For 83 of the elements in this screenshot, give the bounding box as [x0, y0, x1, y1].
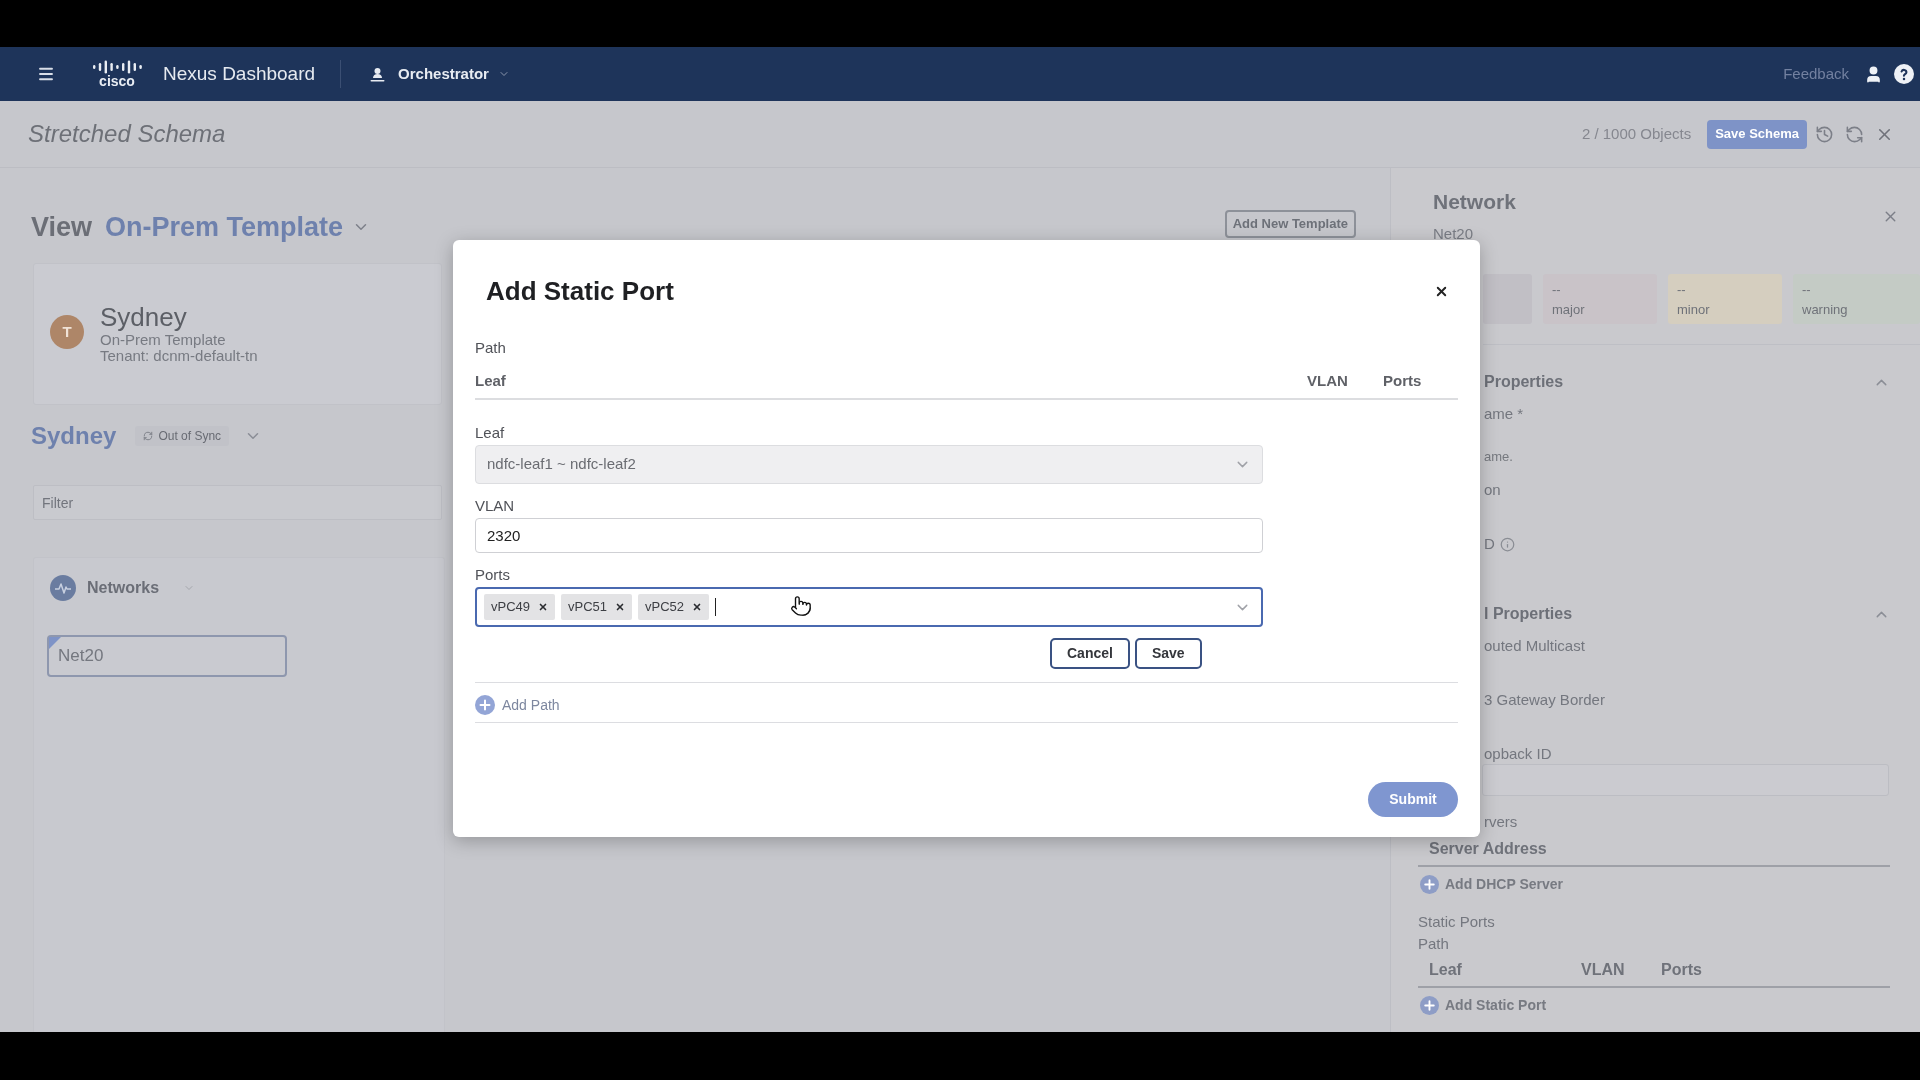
column-header: VLAN	[1581, 960, 1626, 980]
field-label: on	[1484, 480, 1501, 500]
plus-circle-icon	[1420, 995, 1439, 1015]
field-label: Path	[1418, 934, 1449, 954]
service-name: Orchestrator	[398, 63, 489, 84]
field-label: Ports	[475, 566, 510, 584]
ports-multiselect[interactable]: vPC49 vPC51 vPC52	[475, 587, 1263, 627]
plus-circle-icon	[1420, 874, 1439, 894]
cancel-button[interactable]: Cancel	[1050, 638, 1130, 669]
field-label: VLAN	[475, 497, 515, 515]
site-name: Sydney	[100, 302, 188, 332]
column-header: Server Address	[1429, 839, 1547, 859]
field-hint: ame.	[1484, 448, 1513, 466]
sync-icon	[143, 431, 154, 441]
column-header: Leaf	[1429, 960, 1463, 980]
add-dhcp-server-link[interactable]: Add DHCP Server	[1420, 874, 1563, 894]
site-title: Sydney	[31, 424, 117, 448]
text-field[interactable]	[1482, 764, 1889, 796]
chip-label: vPC51	[568, 598, 608, 617]
refresh-icon[interactable]	[1845, 124, 1864, 144]
field-label: outed Multicast	[1484, 636, 1585, 656]
chip-label: vPC52	[645, 598, 685, 617]
logo-text: cisco	[99, 73, 135, 89]
close-icon[interactable]	[1434, 284, 1449, 299]
template-dropdown[interactable]: On-Prem Template	[105, 213, 371, 241]
column-header: Ports	[1661, 960, 1702, 980]
section-title: Properties	[1484, 372, 1564, 392]
text-cursor-icon	[715, 598, 717, 616]
field-label: Leaf	[475, 424, 505, 442]
field-label: D	[1484, 534, 1495, 554]
user-icon[interactable]	[1864, 64, 1883, 84]
tenant-name: Tenant: dcnm-default-tn	[100, 348, 258, 364]
tile-value: --	[1552, 282, 1561, 298]
add-path-link[interactable]: Add Path	[475, 695, 560, 715]
field-label: Path	[475, 338, 506, 358]
tile-label: minor	[1677, 302, 1710, 318]
tile-value: --	[1802, 282, 1811, 298]
logo-icon	[92, 59, 142, 74]
tile-background	[1483, 274, 1532, 324]
template-name: On-Prem Template	[100, 332, 227, 348]
pulse-circle-icon	[50, 575, 76, 601]
network-item[interactable]: Net20	[47, 635, 287, 677]
column-header: VLAN	[1307, 371, 1349, 391]
save-schema-button[interactable]: Save Schema	[1707, 119, 1807, 149]
history-icon[interactable]	[1815, 124, 1834, 144]
person-icon	[370, 66, 386, 82]
column-header: Leaf	[475, 371, 507, 391]
field-label: rvers	[1484, 812, 1518, 832]
vlan-input[interactable]: 2320	[475, 518, 1263, 553]
field-label: ame *	[1484, 404, 1524, 424]
chip-label: vPC49	[491, 598, 531, 617]
info-icon	[1499, 536, 1515, 552]
service-switcher[interactable]: Orchestrator	[370, 62, 510, 86]
section-label: Networks	[87, 578, 160, 598]
avatar: T	[50, 315, 84, 349]
help-icon[interactable]	[1894, 64, 1914, 84]
field-label: 3 Gateway Border	[1484, 690, 1605, 710]
remove-icon[interactable]	[615, 602, 626, 612]
menu-icon[interactable]	[37, 65, 55, 83]
section-label: Static Ports	[1418, 912, 1495, 932]
add-static-port-link[interactable]: Add Static Port	[1420, 995, 1547, 1015]
tile-value: --	[1677, 282, 1686, 298]
status-text: Out of Sync	[158, 428, 222, 445]
feedback-link[interactable]: Feedback	[1783, 62, 1849, 86]
remove-icon[interactable]	[538, 602, 549, 612]
filter-field[interactable]: Filter	[33, 485, 442, 520]
app-title: Nexus Dashboard	[163, 61, 316, 86]
remove-icon[interactable]	[692, 602, 703, 612]
dialog-title: Add Static Port	[486, 275, 674, 307]
corner-mark-icon	[49, 637, 61, 649]
save-button[interactable]: Save	[1134, 638, 1202, 669]
panel-title: Network	[1433, 189, 1516, 215]
object-count: 2 / 1000 Objects	[1581, 123, 1692, 144]
column-header: Ports	[1383, 371, 1422, 391]
plus-circle-icon	[475, 695, 495, 715]
tile-label: warning	[1802, 302, 1848, 318]
field-label: opback ID	[1484, 744, 1552, 764]
section-title: l Properties	[1484, 604, 1573, 624]
add-template-button[interactable]: Add New Template	[1224, 210, 1356, 238]
tile-label: major	[1552, 302, 1585, 318]
panel-subtitle: Net20	[1433, 224, 1475, 244]
schema-title: Stretched Schema	[28, 119, 226, 149]
view-label: View	[31, 213, 93, 241]
